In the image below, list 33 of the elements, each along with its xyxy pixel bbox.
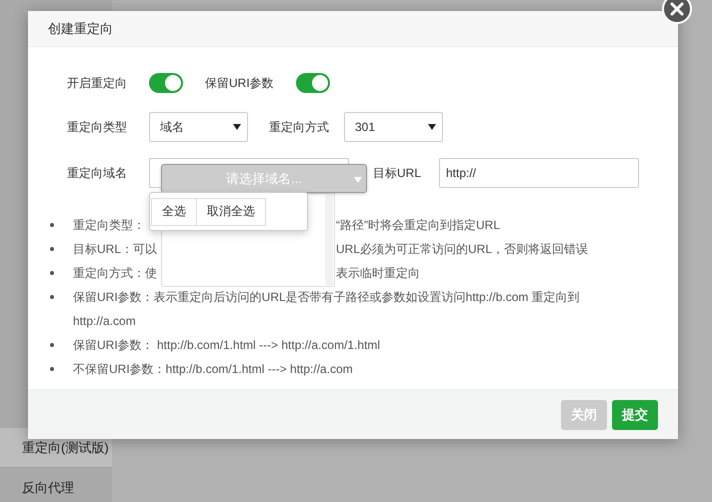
toggle-switch[interactable] xyxy=(149,73,183,93)
bullet-icon xyxy=(50,271,54,275)
note-text: 不保留URI参数：http://b.com/1.html ---> http://a.com xyxy=(73,362,353,376)
note-text: “路径”时将会重定向到指定URL xyxy=(336,218,500,232)
close-icon[interactable] xyxy=(662,0,692,24)
select-label: 重定向类型 xyxy=(67,118,128,136)
select-label: 重定向方式 xyxy=(269,118,330,136)
toggle-switch[interactable] xyxy=(296,73,330,93)
bullet-icon xyxy=(50,367,54,371)
menu-button[interactable]: 取消全选 xyxy=(196,198,266,226)
switch-label: 保留URI参数 xyxy=(205,74,275,92)
field-label: 目标URL xyxy=(373,164,422,182)
bullet-icon xyxy=(50,247,54,251)
caret-icon xyxy=(233,124,241,130)
url-input[interactable]: http:// xyxy=(439,158,639,188)
bullet-icon xyxy=(50,223,54,227)
note-text: 保留URI参数：表示重定向后访问的URL是否带有子路径或参数如设置访问http://b.com 重定向到 http://a.com xyxy=(73,290,580,328)
caret-icon xyxy=(428,124,436,130)
menu-button[interactable]: 全选 xyxy=(151,198,197,226)
dropdown-select[interactable]: 域名 xyxy=(149,112,248,142)
bullet-icon xyxy=(50,295,54,299)
note-text: 表示临时重定向 xyxy=(336,266,420,280)
dialog-title: 创建重定向 xyxy=(48,20,113,38)
note-text: URL必须为可正常访问的URL，否则将返回错误 xyxy=(336,242,588,256)
bullet-icon xyxy=(50,343,54,347)
dropdown-select[interactable]: 301 xyxy=(344,112,443,142)
note-text: 重定向类型： xyxy=(73,218,145,232)
note-text: 目标URL：可以 xyxy=(73,242,158,256)
caret-icon xyxy=(354,177,362,183)
note-text: 重定向方式：使 xyxy=(73,266,157,280)
field-label: 重定向域名 xyxy=(67,164,128,182)
switch-label: 开启重定向 xyxy=(67,74,128,92)
note-text: 保留URI参数： http://b.com/1.html ---> http://a.com/1.html xyxy=(73,338,380,352)
